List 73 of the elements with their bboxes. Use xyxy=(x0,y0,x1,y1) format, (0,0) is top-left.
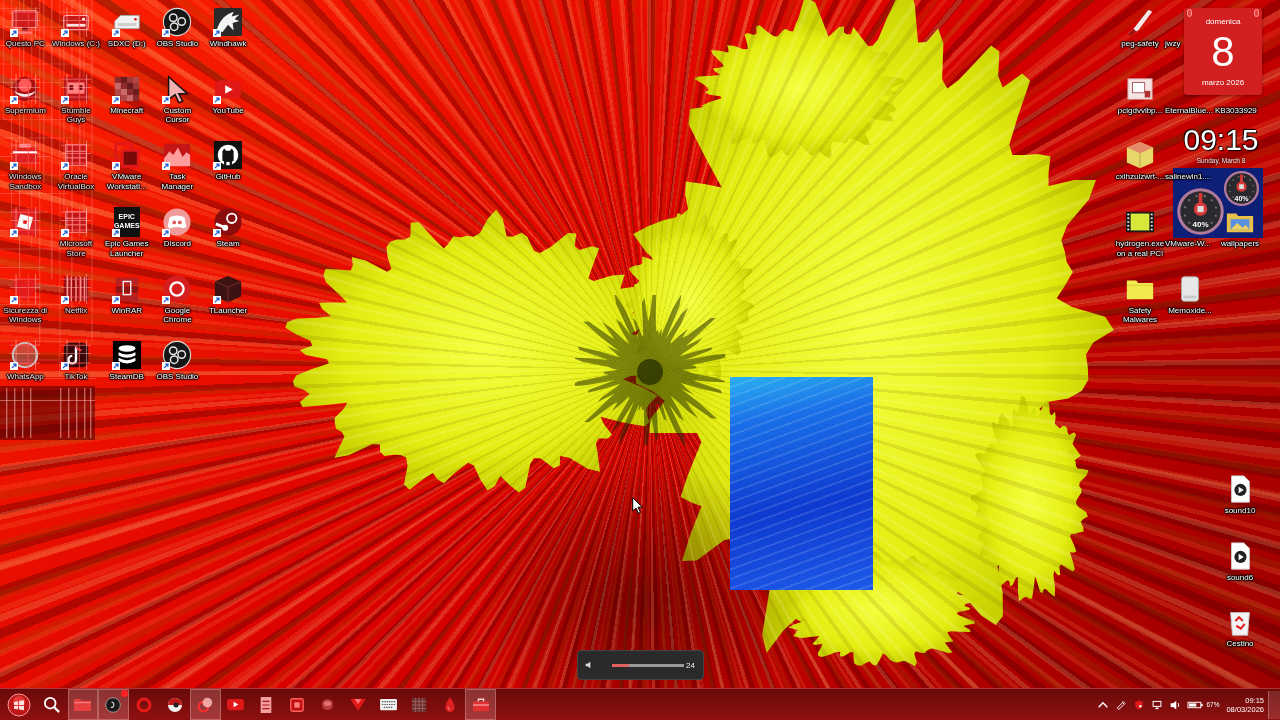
desktop-shortcut[interactable]: VMware-W... xyxy=(1165,239,1211,249)
desktop-shortcut[interactable]: SDXC (D:) xyxy=(107,4,146,49)
play-icon xyxy=(227,697,245,712)
gauge-dial: 40% xyxy=(1176,187,1225,236)
weekday-label: domenica xyxy=(1205,17,1241,27)
cube-icon xyxy=(1125,140,1155,171)
desktop-shortcut[interactable]: Windows (C:) xyxy=(52,4,101,49)
square-icon xyxy=(289,696,306,713)
desktop-shortcut[interactable]: Cestino xyxy=(1225,604,1255,649)
desktop-shortcut[interactable]: Supermium xyxy=(4,70,46,116)
desktop-shortcut[interactable]: Discord xyxy=(162,204,193,249)
overlapping-circles-icon xyxy=(197,696,214,713)
desktop-shortcut[interactable]: TLauncher xyxy=(208,270,248,316)
desktop-shortcut[interactable]: Stumble Guys xyxy=(51,70,102,125)
pen-icon xyxy=(1116,699,1127,710)
knife-icon xyxy=(1125,7,1155,37)
desktop-shortcut[interactable]: Questo PC xyxy=(5,4,45,49)
monitor-icon xyxy=(1152,699,1163,710)
desktop-shortcut[interactable]: Safety Malwares xyxy=(1115,270,1165,325)
day-number: 8 xyxy=(1211,29,1235,75)
desktop-shortcut[interactable]: YouTube xyxy=(212,70,244,116)
desktop-shortcut[interactable]: OBS Studio xyxy=(156,337,199,382)
taskbar-app-button[interactable] xyxy=(189,689,221,720)
desktop-shortcut[interactable]: cxlhzulzwrt-... xyxy=(1115,137,1165,182)
desktop-shortcut[interactable]: Windows Sandbox xyxy=(0,137,51,192)
desktop-shortcut[interactable]: sound6 xyxy=(1225,537,1255,583)
speaker-icon xyxy=(585,661,593,669)
wedge-icon xyxy=(350,698,367,711)
desktop-shortcut[interactable]: Sicurezza di Windows xyxy=(0,270,51,325)
desktop-shortcut[interactable]: VMware Workstati... xyxy=(101,137,152,192)
mouse-cursor-icon xyxy=(632,497,643,514)
desktop-shortcut[interactable]: Microsoft Store xyxy=(51,204,102,259)
start-icon xyxy=(7,692,31,717)
round-logo-icon xyxy=(105,696,122,713)
speaker-icon xyxy=(1170,699,1181,710)
desktop-shortcut[interactable]: Netflix xyxy=(61,270,92,316)
chevron-up-icon xyxy=(1098,699,1109,710)
desktop-shortcut[interactable]: OBS Studio xyxy=(156,4,199,49)
month-year-label: marzo 2026 xyxy=(1201,78,1245,88)
desktop-shortcut[interactable]: sound10 xyxy=(1224,471,1256,516)
desktop-shortcut[interactable]: hydrogen.exe on a real PC! xyxy=(1115,204,1165,259)
show-desktop-button[interactable] xyxy=(1268,690,1280,719)
desktop-shortcut[interactable]: Custom Cursor xyxy=(152,70,203,125)
desktop-shortcut[interactable]: Task Manager xyxy=(152,137,203,192)
ball-icon xyxy=(166,696,183,713)
desktop-shortcut[interactable]: Windhawk xyxy=(209,4,247,49)
volume-reading: 24 xyxy=(686,660,695,670)
desktop-shortcut[interactable]: jwzy xyxy=(1165,39,1181,49)
desktop-shortcut[interactable]: GitHub xyxy=(213,137,244,182)
battery-icon xyxy=(1187,700,1205,709)
desktop-shortcut[interactable]: Minecraft xyxy=(110,70,144,116)
folder-icon xyxy=(74,697,92,712)
briefcase-icon xyxy=(472,696,489,713)
desktop-shortcut[interactable]: KB3033929 xyxy=(1215,105,1257,116)
volume-slider[interactable] xyxy=(612,663,684,667)
search-icon xyxy=(44,696,61,713)
desktop-shortcut[interactable]: Oracle VirtualBox xyxy=(51,137,102,192)
desktop-shortcut[interactable]: EternalBlue... xyxy=(1165,105,1214,116)
faded-app-icon xyxy=(322,699,334,710)
keyboard-icon xyxy=(380,697,398,712)
desktop-shortcut[interactable]: peg-safety xyxy=(1121,4,1159,49)
clock-time: 09:15 xyxy=(1183,123,1259,157)
mosaic-tile-icon xyxy=(411,696,428,713)
drop-icon xyxy=(443,696,457,713)
desktop-shortcut[interactable]: Steam xyxy=(213,204,244,249)
desktop-shortcut[interactable]: pcigdvvibp... xyxy=(1117,70,1163,116)
desktop-shortcut[interactable]: Memoxide... xyxy=(1168,270,1212,316)
ring-icon xyxy=(136,696,153,713)
taskbar-app-button[interactable] xyxy=(98,689,129,720)
desktop-shortcut[interactable]: SteamDB xyxy=(109,337,144,382)
desktop-shortcut[interactable]: Google Chrome xyxy=(152,270,203,325)
shield-icon xyxy=(1134,699,1145,710)
desktop-shortcut[interactable]: WinRAR xyxy=(111,270,143,316)
